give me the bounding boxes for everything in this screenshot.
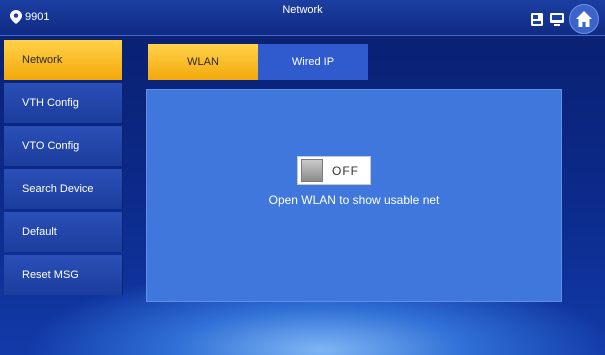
top-bar: 9901 Network: [0, 0, 605, 36]
wlan-hint-text: Open WLAN to show usable net: [268, 193, 440, 207]
sidebar-item-label: Reset MSG: [22, 269, 79, 281]
sidebar: Network VTH Config VTO Config Search Dev…: [4, 40, 123, 298]
tab-wlan[interactable]: WLAN: [148, 44, 258, 80]
sidebar-item-vto-config[interactable]: VTO Config: [4, 126, 123, 166]
monitor-icon: [550, 13, 564, 26]
sidebar-item-label: Network: [22, 54, 63, 66]
sidebar-item-vth-config[interactable]: VTH Config: [4, 83, 123, 123]
toggle-state-label: OFF: [332, 163, 359, 178]
sidebar-item-search-device[interactable]: Search Device: [4, 169, 123, 209]
page-title: Network: [282, 4, 323, 16]
toggle-knob: [301, 159, 323, 182]
home-button[interactable]: [569, 4, 599, 34]
sidebar-item-label: VTH Config: [22, 97, 79, 109]
sidebar-item-label: Search Device: [22, 183, 94, 195]
home-icon: [576, 11, 592, 27]
sd-card-icon: [531, 13, 543, 26]
sidebar-item-network[interactable]: Network: [4, 40, 123, 80]
status-icons: [529, 4, 599, 34]
sidebar-item-label: Default: [22, 226, 57, 238]
wlan-toggle[interactable]: OFF: [297, 156, 371, 185]
tab-bar: WLAN Wired IP: [148, 44, 368, 80]
sidebar-item-default[interactable]: Default: [4, 212, 123, 252]
sidebar-item-label: VTO Config: [22, 140, 80, 152]
sidebar-item-reset-msg[interactable]: Reset MSG: [4, 255, 123, 295]
wlan-panel: OFF Open WLAN to show usable net: [146, 89, 562, 302]
tab-wired-ip[interactable]: Wired IP: [258, 44, 368, 80]
